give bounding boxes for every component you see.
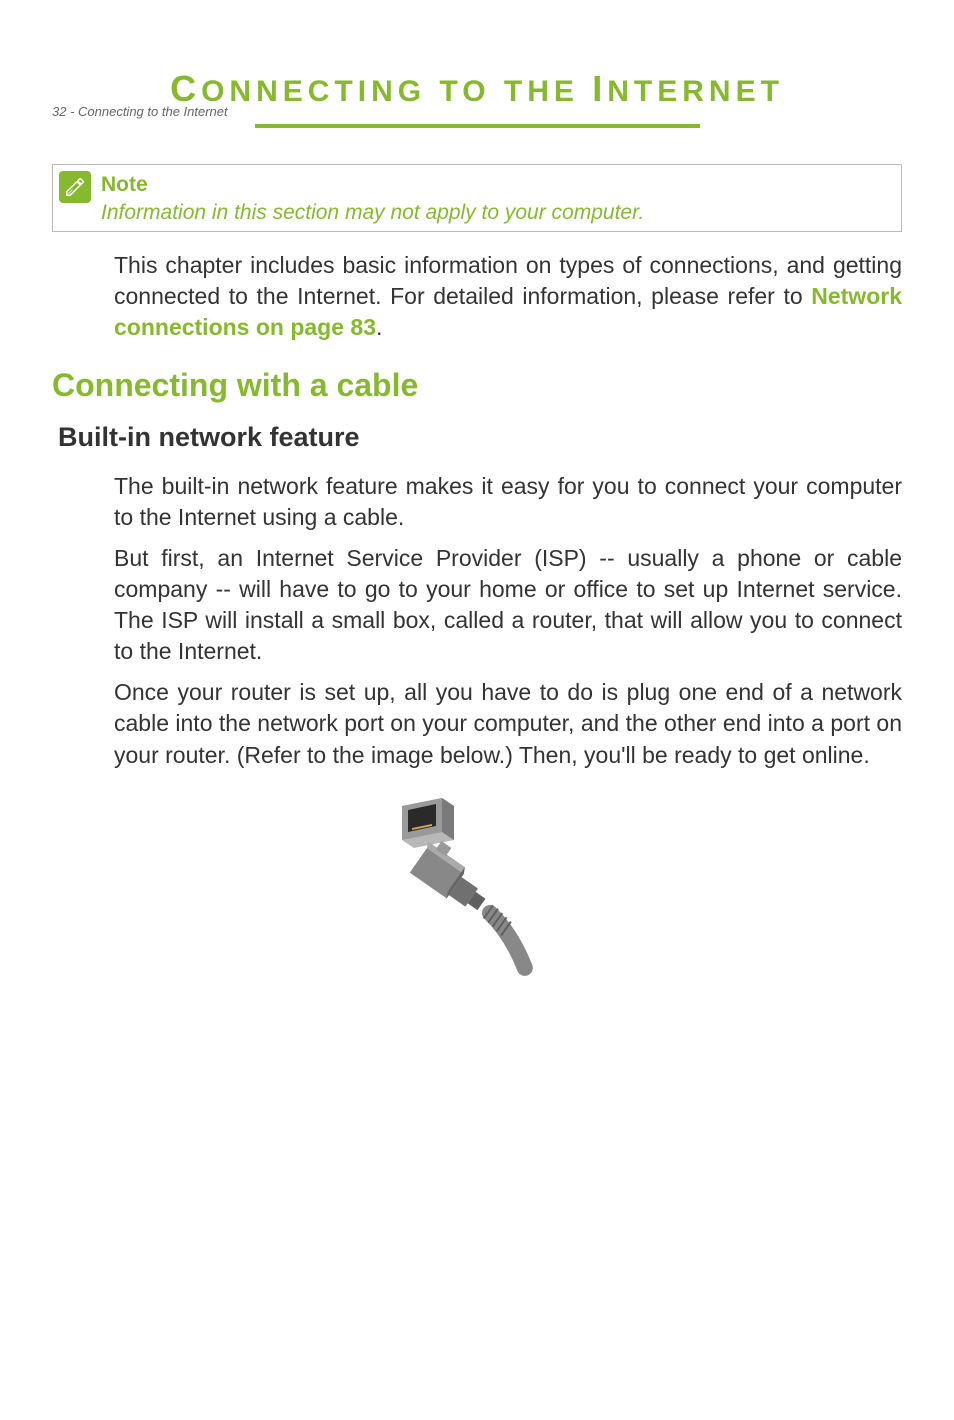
page-header: 32 - Connecting to the Internet xyxy=(52,104,228,119)
intro-paragraph: This chapter includes basic information … xyxy=(114,250,902,343)
paragraph-3: Once your router is set up, all you have… xyxy=(114,677,902,770)
paragraph-1: The built-in network feature makes it ea… xyxy=(114,471,902,533)
title-cap-1: C xyxy=(170,68,201,109)
note-heading: Note xyxy=(101,173,895,197)
title-underline xyxy=(255,124,700,128)
title-cap-2: I xyxy=(592,68,607,109)
ethernet-cable-icon xyxy=(372,793,582,983)
note-box: Note Information in this section may not… xyxy=(52,164,902,232)
subsection-heading: Built-in network feature xyxy=(58,422,902,453)
note-text: Information in this section may not appl… xyxy=(101,201,895,225)
intro-text-before: This chapter includes basic information … xyxy=(114,252,902,309)
section-name: Connecting to the Internet xyxy=(78,104,228,119)
page-number: 32 - xyxy=(52,104,78,119)
section-heading: Connecting with a cable xyxy=(52,367,902,404)
title-rest-2: NTERNET xyxy=(607,75,784,108)
ethernet-illustration xyxy=(372,793,582,983)
note-content: Note Information in this section may not… xyxy=(101,171,895,225)
chapter-title: CONNECTING TO THE INTERNET xyxy=(0,68,954,128)
pencil-icon xyxy=(64,176,86,198)
title-rest-1: ONNECTING TO THE xyxy=(201,75,592,108)
intro-text-after: . xyxy=(376,314,382,340)
paragraph-2: But first, an Internet Service Provider … xyxy=(114,543,902,667)
note-icon xyxy=(59,171,91,203)
